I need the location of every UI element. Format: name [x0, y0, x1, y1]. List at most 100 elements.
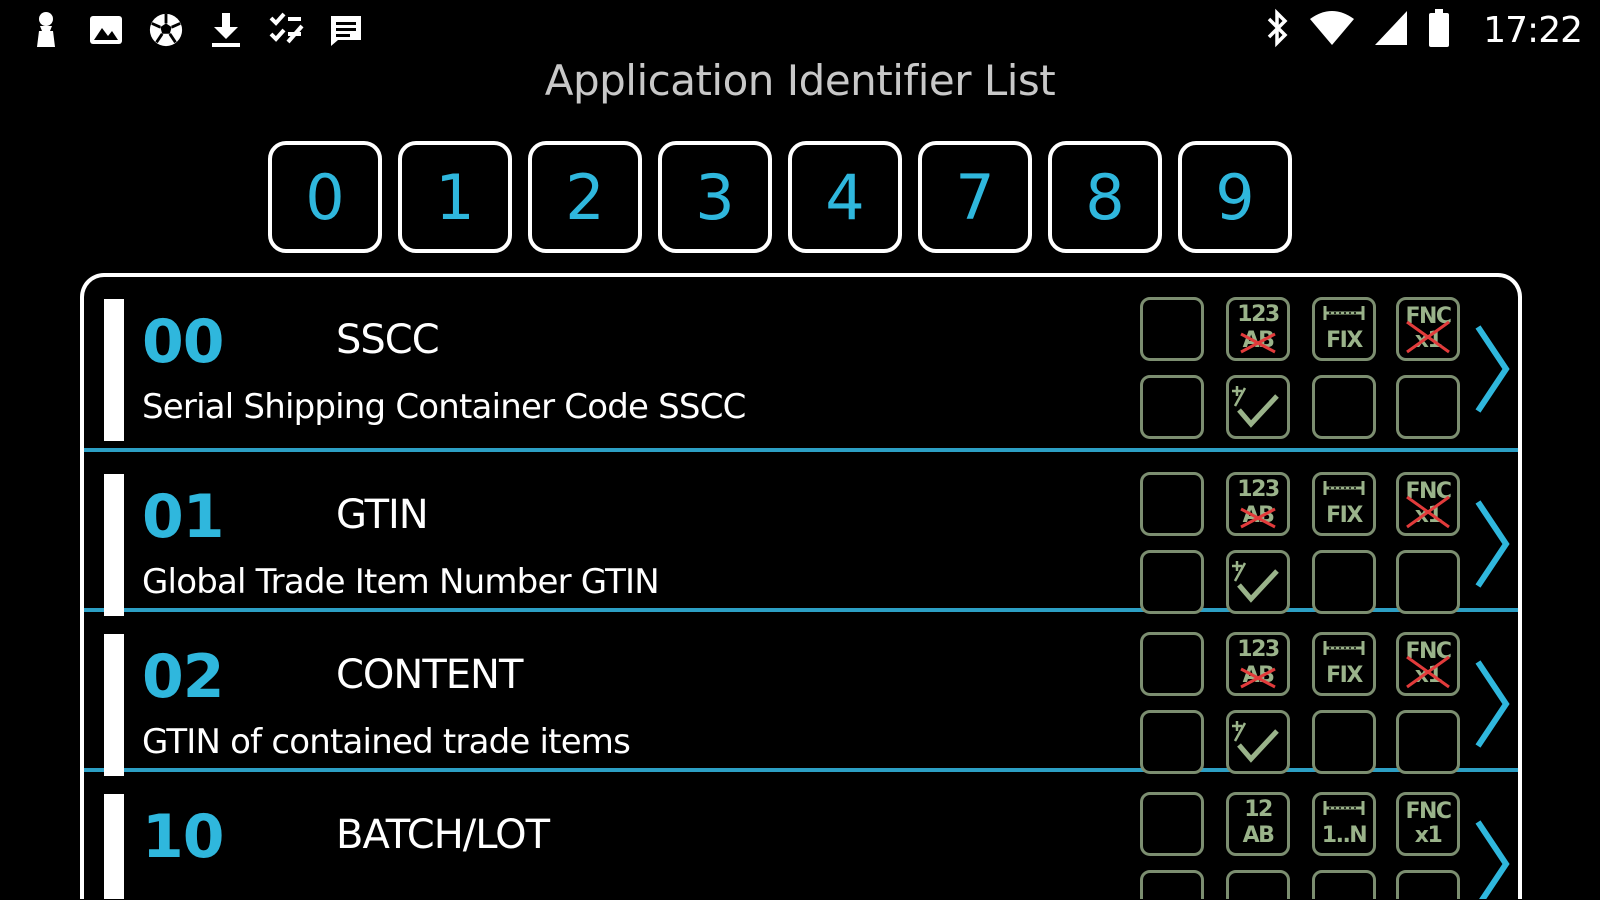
- data-format-icon: 123 AB: [1226, 472, 1290, 536]
- page-title: Application Identifier List: [544, 56, 1056, 105]
- digit-filter-button[interactable]: 9: [1178, 141, 1292, 253]
- row-marker: [104, 299, 124, 441]
- empty-indicator-cell: [1140, 792, 1204, 856]
- download-icon: [208, 10, 244, 50]
- chevron-right-icon[interactable]: [1470, 321, 1514, 417]
- indicator-grid: 12 AB 1..N FNC x1: [1140, 792, 1470, 899]
- format-bottom-label: AB: [1242, 823, 1275, 848]
- message-icon: [328, 10, 364, 50]
- chevron-right-icon[interactable]: [1470, 656, 1514, 752]
- length-icon: FIX: [1312, 632, 1376, 696]
- ai-name: CONTENT: [336, 652, 523, 698]
- length-icon: FIX: [1312, 297, 1376, 361]
- ai-list-item[interactable]: 02 CONTENT GTIN of contained trade items 12…: [84, 612, 1518, 776]
- row-marker: [104, 634, 124, 776]
- notification-icons: [28, 10, 364, 50]
- digit-filter-button[interactable]: 4: [788, 141, 902, 253]
- row-marker: [104, 474, 124, 616]
- empty-indicator-cell: [1396, 375, 1460, 439]
- empty-indicator-cell: [1312, 375, 1376, 439]
- empty-indicator-cell: [1396, 710, 1460, 774]
- ai-code: 00: [142, 307, 224, 377]
- ai-name: GTIN: [336, 492, 429, 538]
- data-format-icon: 12 AB: [1226, 792, 1290, 856]
- empty-indicator-cell: [1140, 710, 1204, 774]
- clock: 17:22: [1483, 9, 1583, 51]
- ruler-icon: [1323, 306, 1365, 320]
- ai-list-item[interactable]: 10 BATCH/LOT 12 AB 1..N FNC x1: [84, 772, 1518, 899]
- digit-filter-button[interactable]: 2: [528, 141, 642, 253]
- checklist-icon: [268, 10, 304, 50]
- fnc1-icon: FNC x1: [1396, 472, 1460, 536]
- chevron-right-icon[interactable]: [1470, 496, 1514, 592]
- length-label: FIX: [1326, 328, 1363, 353]
- check-digit-icon: [1232, 386, 1279, 428]
- digit-filter-button[interactable]: 3: [658, 141, 772, 253]
- ai-name: BATCH/LOT: [336, 812, 550, 858]
- check-digit-icon: [1232, 561, 1279, 603]
- ruler-icon: [1323, 641, 1365, 655]
- digit-filter-button[interactable]: 0: [268, 141, 382, 253]
- data-format-icon: 123 AB: [1226, 297, 1290, 361]
- empty-indicator-cell: [1226, 870, 1290, 899]
- chevron-right-icon[interactable]: [1470, 816, 1514, 899]
- fnc-count-label: x1: [1414, 823, 1443, 848]
- empty-indicator-cell: [1140, 297, 1204, 361]
- data-format-icon: 123 AB: [1226, 632, 1290, 696]
- ai-description: Global Trade Item Number GTIN: [142, 562, 660, 602]
- ai-list-item[interactable]: 00 SSCC Serial Shipping Container Code SSC…: [84, 277, 1518, 452]
- chess-pawn-icon: [28, 10, 64, 50]
- empty-indicator-cell: [1312, 710, 1376, 774]
- cross-out-icon: [1406, 495, 1450, 529]
- cross-out-icon: [1240, 507, 1276, 529]
- indicator-grid: 123 AB FIX FNC x1: [1140, 472, 1470, 620]
- empty-indicator-cell: [1140, 472, 1204, 536]
- fnc1-icon: FNC x1: [1396, 632, 1460, 696]
- checksum-icon: [1226, 710, 1290, 774]
- digit-filter-button[interactable]: 8: [1048, 141, 1162, 253]
- cross-out-icon: [1240, 332, 1276, 354]
- soccer-ball-icon: [148, 10, 184, 50]
- empty-indicator-cell: [1396, 550, 1460, 614]
- ai-name: SSCC: [336, 317, 440, 363]
- signal-icon: [1373, 9, 1409, 51]
- ai-list: 00 SSCC Serial Shipping Container Code SSC…: [80, 273, 1522, 899]
- wifi-icon: [1309, 9, 1355, 51]
- ai-description: GTIN of contained trade items: [142, 722, 631, 762]
- digit-filter-button[interactable]: 1: [398, 141, 512, 253]
- check-digit-icon: [1232, 721, 1279, 763]
- empty-indicator-cell: [1140, 632, 1204, 696]
- ai-code: 02: [142, 642, 224, 712]
- ai-list-item[interactable]: 01 GTIN Global Trade Item Number GTIN 123 AB…: [84, 452, 1518, 616]
- empty-indicator-cell: [1312, 870, 1376, 899]
- bluetooth-icon: [1265, 8, 1291, 52]
- cross-out-icon: [1240, 667, 1276, 689]
- indicator-grid: 123 AB FIX FNC x1: [1140, 297, 1470, 445]
- empty-indicator-cell: [1396, 870, 1460, 899]
- ruler-icon: [1323, 481, 1365, 495]
- status-bar: 17:22: [0, 0, 1600, 62]
- length-label: FIX: [1326, 663, 1363, 688]
- image-icon: [88, 10, 124, 50]
- row-marker: [104, 794, 124, 899]
- cross-out-icon: [1406, 655, 1450, 689]
- system-icons: 17:22: [1265, 8, 1583, 52]
- ai-description: Serial Shipping Container Code SSCC: [142, 387, 746, 427]
- cross-out-icon: [1406, 320, 1450, 354]
- format-top-label: 12: [1244, 797, 1273, 822]
- checksum-icon: [1226, 375, 1290, 439]
- length-icon: FIX: [1312, 472, 1376, 536]
- checksum-icon: [1226, 550, 1290, 614]
- ai-code: 01: [142, 482, 224, 552]
- ai-code: 10: [142, 802, 224, 872]
- length-label: FIX: [1326, 503, 1363, 528]
- length-icon: 1..N: [1312, 792, 1376, 856]
- indicator-grid: 123 AB FIX FNC x1: [1140, 632, 1470, 780]
- fnc1-icon: FNC x1: [1396, 297, 1460, 361]
- empty-indicator-cell: [1140, 550, 1204, 614]
- fnc1-icon: FNC x1: [1396, 792, 1460, 856]
- empty-indicator-cell: [1140, 375, 1204, 439]
- digit-filter-button[interactable]: 7: [918, 141, 1032, 253]
- digit-filter-bar: 0 1 2 3 4 7 8 9: [268, 141, 1292, 253]
- empty-indicator-cell: [1312, 550, 1376, 614]
